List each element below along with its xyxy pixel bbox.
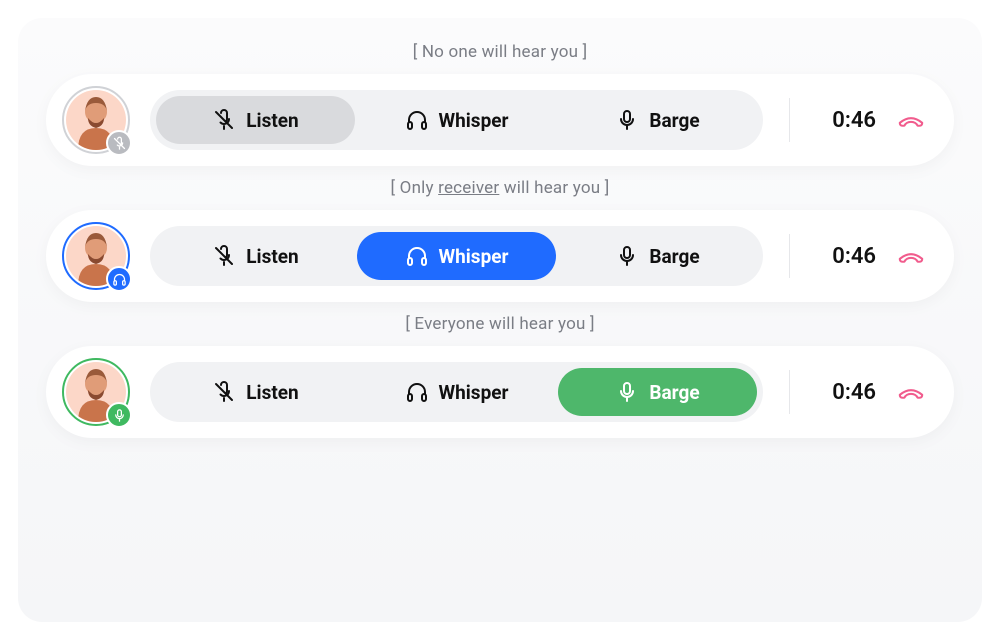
call-timer: 0:46 [816,380,876,405]
hangup-icon [897,383,925,401]
avatar [62,86,130,154]
caption-text: will hear you ] [499,178,609,198]
listen-button[interactable]: Listen [156,368,355,416]
avatar [62,222,130,290]
headphones-icon [405,380,429,404]
call-timer: 0:46 [816,244,876,269]
whisper-button[interactable]: Whisper [357,232,556,280]
barge-label: Barge [649,109,699,132]
divider [789,98,790,142]
hangup-icon [897,111,925,129]
caption-listen: [ No one will hear you ] [46,42,954,62]
listen-label: Listen [246,245,298,268]
caption-text: [ Only [391,178,439,198]
divider [789,234,790,278]
mic-icon [615,244,639,268]
status-badge [106,266,132,292]
hangup-button[interactable] [896,111,926,129]
barge-label: Barge [649,381,699,404]
status-badge [106,402,132,428]
headphones-icon [112,272,127,287]
mode-segmented-control: Listen Whisper Barge [150,226,763,286]
call-card-whisper: Listen Whisper Barge 0:46 [46,210,954,302]
barge-button[interactable]: Barge [558,96,757,144]
caption-barge: [ Everyone will hear you ] [46,314,954,334]
barge-button[interactable]: Barge [558,368,757,416]
whisper-button[interactable]: Whisper [357,368,556,416]
headphones-icon [405,244,429,268]
call-timer: 0:46 [816,108,876,133]
whisper-button[interactable]: Whisper [357,96,556,144]
whisper-label: Whisper [439,381,509,404]
mic-icon [112,408,127,423]
listen-label: Listen [246,109,298,132]
mode-segmented-control: Listen Whisper Barge [150,90,763,150]
barge-button[interactable]: Barge [558,232,757,280]
mic-icon [615,380,639,404]
barge-label: Barge [649,245,699,268]
mic-off-icon [212,380,236,404]
listen-button[interactable]: Listen [156,96,355,144]
whisper-label: Whisper [439,245,509,268]
headphones-icon [405,108,429,132]
whisper-label: Whisper [439,109,509,132]
mic-off-icon [112,136,127,151]
mic-off-icon [212,244,236,268]
listen-label: Listen [246,381,298,404]
call-card-listen: Listen Whisper Barge 0:46 [46,74,954,166]
mic-off-icon [212,108,236,132]
status-badge [106,130,132,156]
hangup-button[interactable] [896,383,926,401]
caption-whisper: [ Only receiver will hear you ] [46,178,954,198]
mode-segmented-control: Listen Whisper Barge [150,362,763,422]
call-card-barge: Listen Whisper Barge 0:46 [46,346,954,438]
hangup-icon [897,247,925,265]
listen-button[interactable]: Listen [156,232,355,280]
caption-underline: receiver [438,178,499,198]
canvas: [ No one will hear you ] [18,18,982,622]
avatar [62,358,130,426]
hangup-button[interactable] [896,247,926,265]
divider [789,370,790,414]
mic-icon [615,108,639,132]
